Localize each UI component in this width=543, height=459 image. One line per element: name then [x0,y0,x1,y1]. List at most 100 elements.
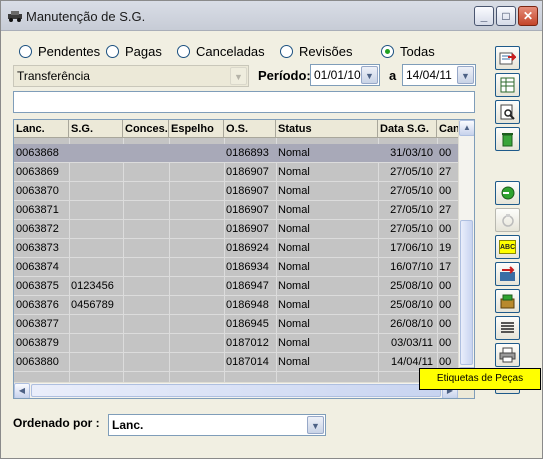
cell-os: 0186934 [226,261,269,273]
table-row[interactable]: 0063872 0186907 Nomal 27/05/10 00 [14,220,459,238]
column-header-espelho[interactable]: Espelho [169,120,224,138]
cell-os: 0186907 [226,185,269,197]
minimize-button[interactable]: _ [474,6,494,26]
print-button[interactable] [495,343,520,367]
table-row[interactable]: 0063869 0186907 Nomal 27/05/10 27 [14,163,459,181]
cell-lanc: 0063873 [16,242,59,254]
scroll-thumb[interactable] [31,384,441,397]
cell-os: 0186907 [226,223,269,235]
column-header-data-sg[interactable]: Data S.G. [378,120,437,138]
column-header-sg[interactable]: S.G. [69,120,123,138]
table-row[interactable]: 0063870 0186907 Nomal 27/05/10 00 [14,182,459,200]
tooltip: Etiquetas de Peças [419,368,541,390]
cell-os: 0187012 [226,337,269,349]
radio-revisoes[interactable]: Revisões [280,42,352,60]
table-row[interactable]: 0063873 0186924 Nomal 17/06/10 19 [14,239,459,257]
table-row[interactable]: 0063879 0187012 Nomal 03/03/11 00 [14,334,459,352]
chevron-down-icon[interactable]: ▼ [457,66,474,84]
radio-dot [280,44,293,58]
horizontal-scrollbar[interactable]: ◀ ▶ [14,382,459,398]
type-combo[interactable]: Transferência ▼ [13,65,249,87]
title-bar[interactable]: Manutenção de S.G. _ □ ✕ [1,1,542,31]
column-header-conces[interactable]: Conces. [123,120,169,138]
table-row[interactable]: 0063874 0186934 Nomal 16/07/10 17 [14,258,459,276]
table-row[interactable]: 0063880 0187014 Nomal 14/04/11 00 [14,353,459,371]
cell-espelho [169,144,224,162]
cell-status: Nomal [278,242,310,254]
cell-os: 0186907 [226,204,269,216]
scroll-left-button[interactable]: ◀ [14,383,30,398]
chevron-down-icon[interactable]: ▼ [230,67,247,85]
cell-sg [69,144,123,162]
scroll-up-button[interactable]: ▲ [459,120,474,136]
cell-lanc: 0063871 [16,204,59,216]
cell-os: 0186924 [226,242,269,254]
cell-status: Nomal [278,280,310,292]
cell-data-sg: 17/06/10 [390,242,433,254]
radio-pendentes[interactable]: Pendentes [19,42,100,60]
radio-dot [19,44,32,58]
maximize-button[interactable]: □ [496,6,516,26]
cell-espelho [169,239,224,257]
cell-can: 00 [439,280,452,292]
spreadsheet-button[interactable] [495,73,520,97]
cell-status: Nomal [278,204,310,216]
table-row[interactable]: 0063868 0186893 Nomal 31/03/10 00 [14,144,459,162]
box-icon [500,294,515,309]
preview-button[interactable] [495,100,520,124]
chevron-down-icon[interactable]: ▼ [307,416,324,434]
search-input[interactable] [13,91,475,113]
cell-conces [123,353,169,371]
radio-dot [106,44,119,58]
column-header-lanc[interactable]: Lanc. [14,120,69,138]
table-row[interactable]: 0063871 0186907 Nomal 27/05/10 27 [14,201,459,219]
radio-canceladas[interactable]: Canceladas [177,42,265,60]
cell-os: 0187014 [226,356,269,368]
sort-combo[interactable]: Lanc. ▼ [108,414,326,436]
column-header-os[interactable]: O.S. [224,120,276,138]
column-header-status[interactable]: Status [276,120,378,138]
period-from-field[interactable]: 01/01/10 ▼ [310,64,380,86]
box-button[interactable] [495,289,520,313]
cell-os: 0186907 [226,166,269,178]
cell-lanc: 0063874 [16,261,59,273]
close-button[interactable]: ✕ [518,6,538,26]
cell-lanc: 0063870 [16,185,59,197]
cell-espelho [169,201,224,219]
cell-data-sg: 03/03/11 [390,337,433,349]
type-combo-value: Transferência [17,69,90,83]
radio-todas[interactable]: Todas [381,42,435,60]
cell-espelho [169,220,224,238]
column-header-can[interactable]: Can [437,120,459,138]
chevron-down-icon[interactable]: ▼ [361,66,378,84]
disabled-button[interactable] [495,208,520,232]
delete-button[interactable] [495,127,520,151]
cell-can: 00 [439,299,452,311]
preview-icon [500,104,515,120]
swap-button[interactable] [495,262,520,286]
cell-sg [69,315,123,333]
spreadsheet-icon [500,77,515,93]
scroll-thumb[interactable] [460,220,473,365]
cell-can: 00 [439,185,452,197]
labels-button[interactable]: ABC [495,235,520,259]
table-row[interactable]: 0063877 0186945 Nomal 26/08/10 00 [14,315,459,333]
cell-status: Nomal [278,337,310,349]
export-button[interactable] [495,46,520,70]
cell-sg: 0123456 [71,280,114,292]
cell-data-sg: 16/07/10 [390,261,433,273]
radio-pagas[interactable]: Pagas [106,42,162,60]
cell-os: 0186945 [226,318,269,330]
table-row[interactable]: 0063875 0123456 0186947 Nomal 25/08/10 00 [14,277,459,295]
vertical-scrollbar[interactable]: ▲ ▼ [458,120,474,383]
cell-conces [123,182,169,200]
table-row[interactable]: 0063876 0456789 0186948 Nomal 25/08/10 00 [14,296,459,314]
list-button[interactable] [495,316,520,340]
cell-espelho [169,296,224,314]
cell-lanc: 0063868 [16,147,59,159]
cell-espelho [169,182,224,200]
cell-sg [69,353,123,371]
period-to-field[interactable]: 14/04/11 ▼ [402,64,476,86]
cell-conces [123,315,169,333]
go-button[interactable] [495,181,520,205]
